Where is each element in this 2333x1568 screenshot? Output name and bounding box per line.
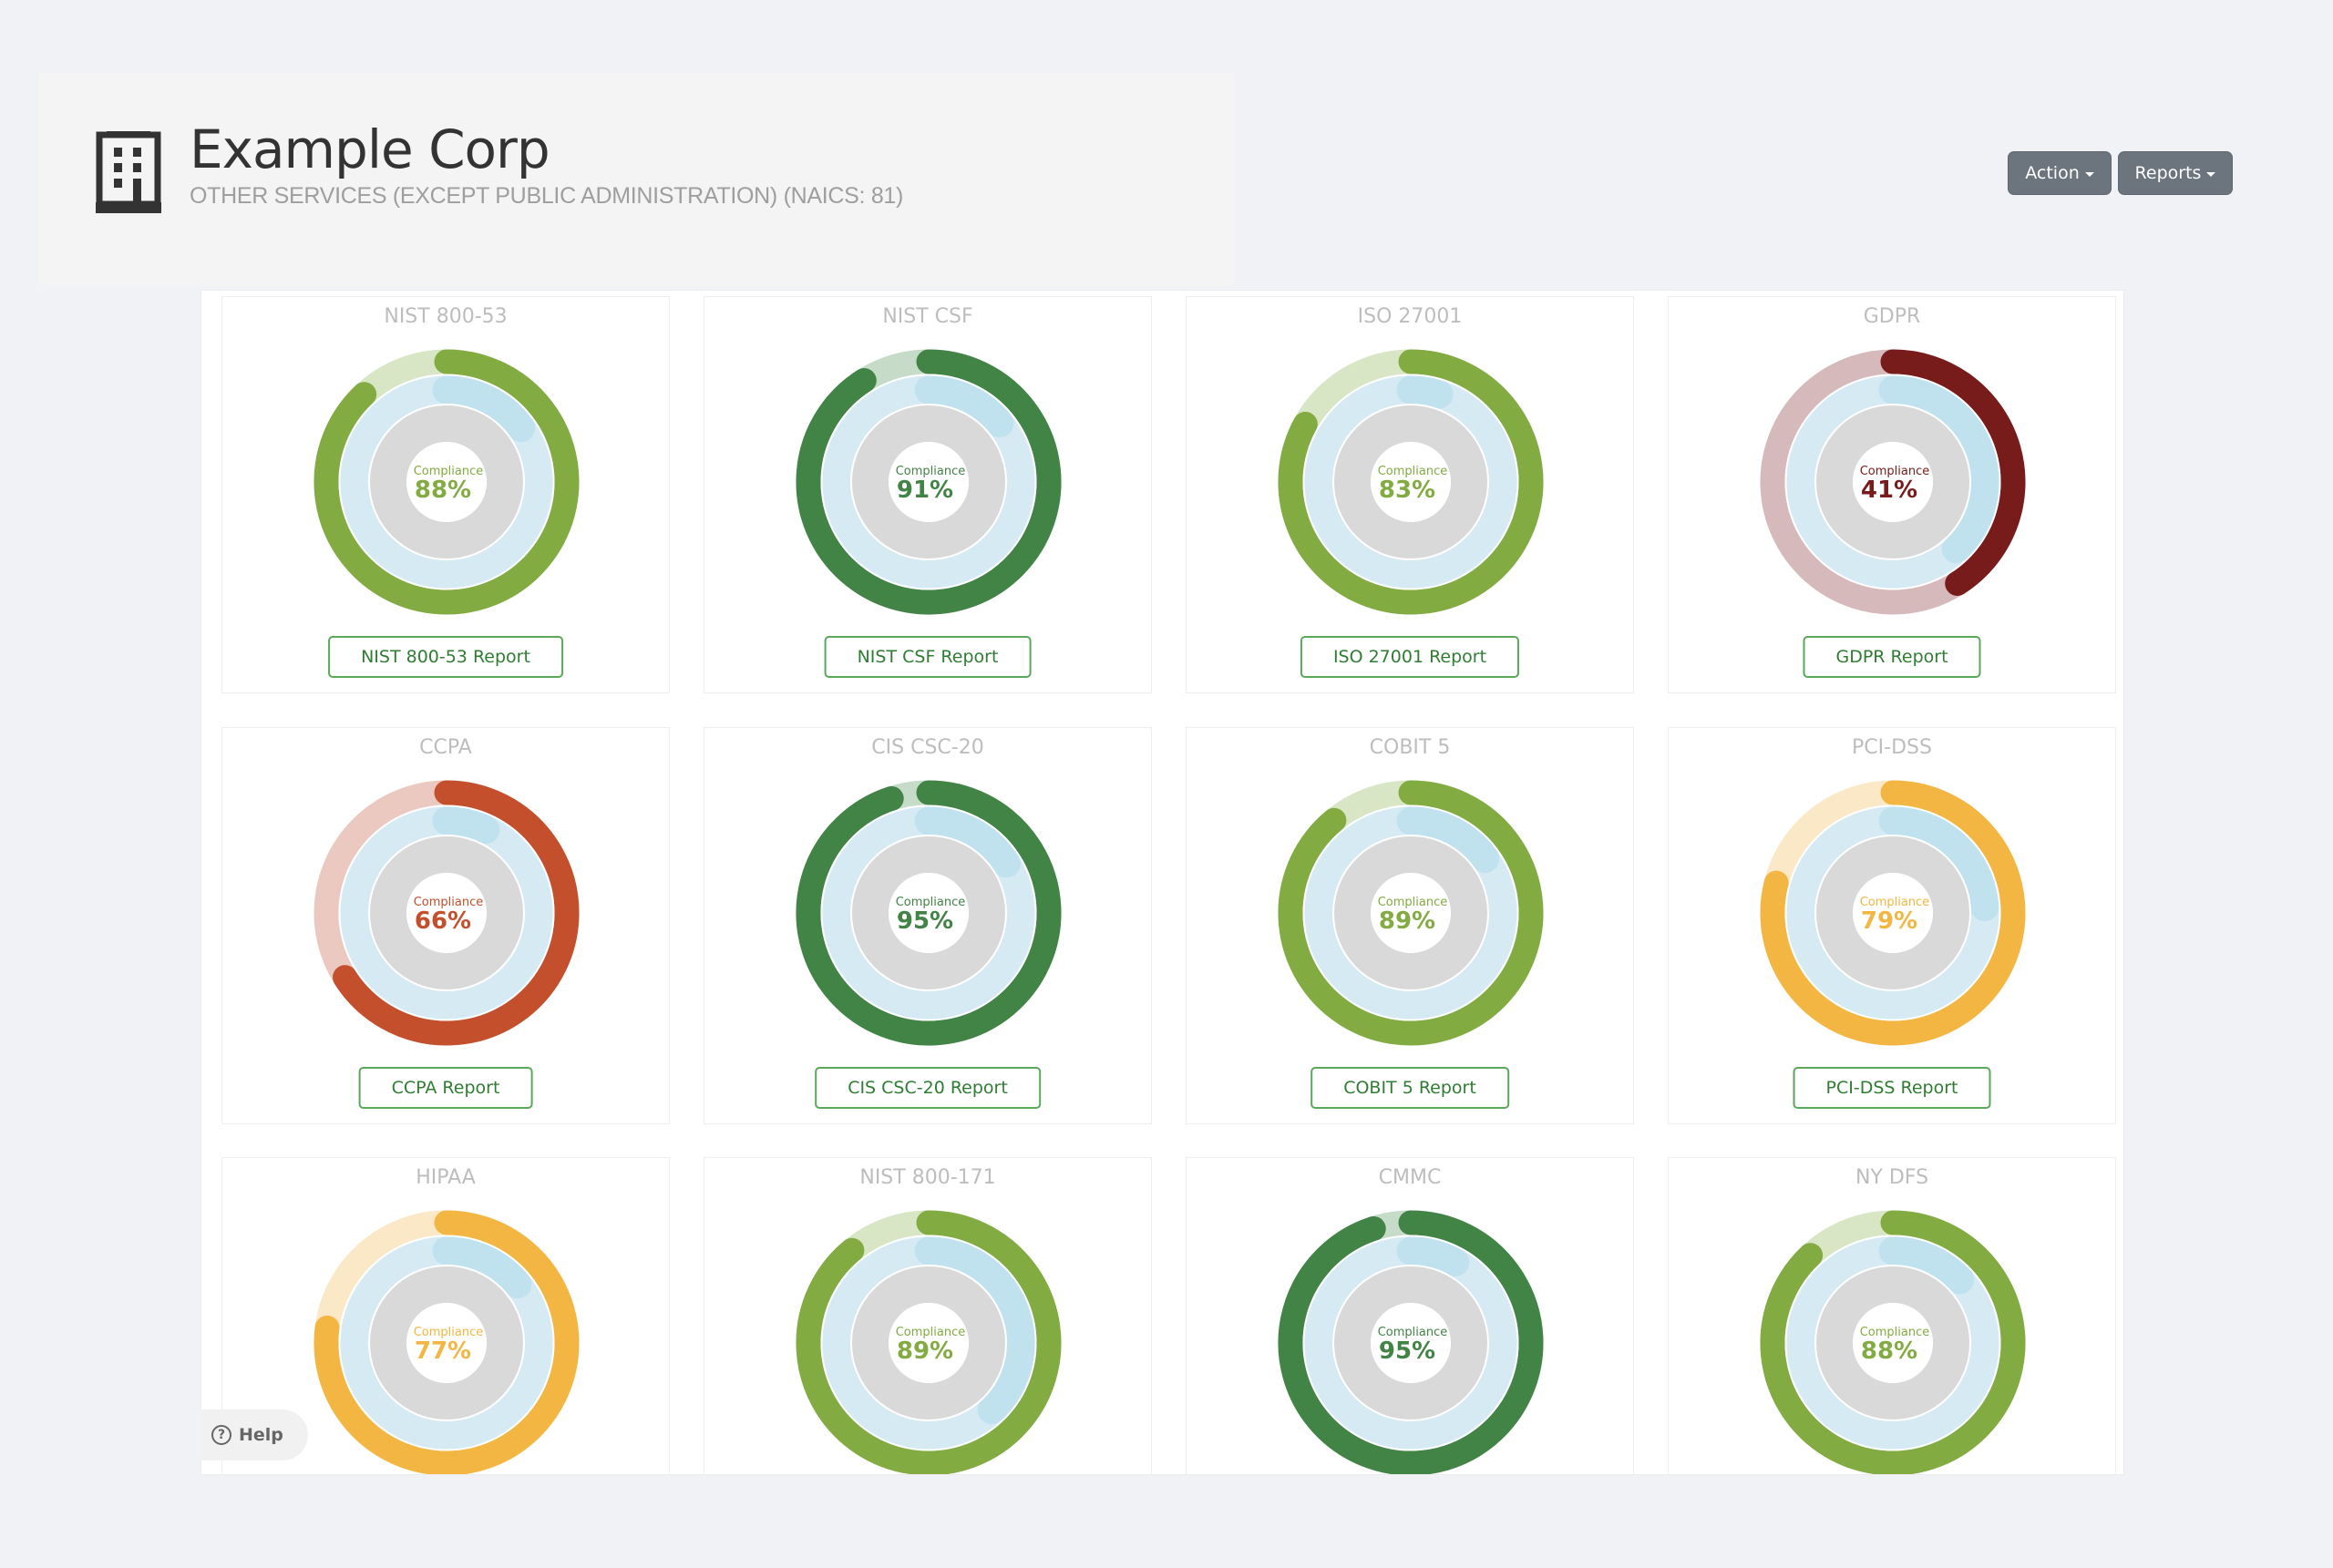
framework-report-button[interactable]: ISO 27001 Report: [1300, 636, 1520, 678]
company-name: Example Corp: [190, 118, 550, 180]
compliance-donut-chart: Compliance91%: [796, 349, 1062, 615]
framework-title: NY DFS: [1855, 1166, 1929, 1189]
compliance-percent: 95%: [897, 907, 953, 935]
question-circle-icon: ?: [211, 1425, 231, 1445]
compliance-donut-chart: Compliance66%: [313, 780, 580, 1046]
framework-title: NIST 800-53: [384, 305, 508, 328]
framework-title: CIS CSC-20: [871, 736, 984, 759]
framework-report-button[interactable]: NIST 800-53 Report: [328, 636, 563, 678]
framework-title: PCI-DSS: [1852, 736, 1932, 759]
compliance-donut-chart: Compliance89%: [1278, 780, 1544, 1046]
compliance-percent: 41%: [1861, 477, 1917, 504]
compliance-donut-chart: Compliance95%: [1278, 1210, 1544, 1474]
compliance-percent: 88%: [1861, 1337, 1917, 1365]
caret-down-icon: [2084, 171, 2094, 177]
compliance-donut-chart: Compliance95%: [796, 780, 1062, 1046]
compliance-percent: 83%: [1379, 477, 1435, 504]
compliance-percent: 91%: [897, 477, 953, 504]
framework-card: PCI-DSS Compliance 79% PCI-DSS Report: [1668, 727, 2116, 1124]
compliance-percent: 89%: [897, 1337, 953, 1365]
compliance-grid: NIST 800-53 Compliance 88% NIST 800-53 Repo…: [200, 290, 2124, 1475]
framework-title: NIST 800-171: [859, 1166, 996, 1189]
secondary-arc: [1396, 1236, 1470, 1276]
framework-card: CMMCCompliance95%CMMC Report: [1186, 1157, 1634, 1474]
compliance-donut-chart: Compliance88%: [1760, 1210, 2026, 1474]
help-label: Help: [239, 1425, 283, 1445]
compliance-percent: 89%: [1379, 907, 1435, 935]
framework-card: ISO 27001 Compliance 83% ISO 27001 Report: [1186, 296, 1634, 693]
company-header: Example Corp OTHER SERVICES (EXCEPT PUBL…: [37, 73, 1235, 285]
framework-title: HIPAA: [416, 1166, 476, 1189]
compliance-donut-chart: Compliance79%: [1760, 780, 2026, 1046]
industry-classification: OTHER SERVICES (EXCEPT PUBLIC ADMINISTRA…: [190, 183, 904, 209]
action-label: Action: [2025, 163, 2080, 183]
compliance-percent: 66%: [415, 907, 471, 935]
framework-report-button[interactable]: PCI-DSS Report: [1793, 1067, 1991, 1109]
compliance-donut-chart: Compliance89%: [796, 1210, 1062, 1474]
help-button[interactable]: ? Help: [200, 1409, 308, 1460]
secondary-arc: [432, 806, 500, 845]
framework-title: CCPA: [419, 736, 472, 759]
compliance-donut-chart: Compliance41%: [1760, 349, 2026, 615]
caret-down-icon: [2206, 171, 2216, 177]
framework-report-button[interactable]: GDPR Report: [1803, 636, 1981, 678]
reports-dropdown-button[interactable]: Reports: [2118, 151, 2233, 195]
compliance-donut-chart: Compliance77%: [313, 1210, 580, 1474]
framework-title: GDPR: [1863, 305, 1921, 328]
framework-report-button[interactable]: CCPA Report: [358, 1067, 533, 1109]
compliance-donut-chart: Compliance83%: [1278, 349, 1544, 615]
action-dropdown-button[interactable]: Action: [2008, 151, 2112, 195]
framework-card: NIST CSF Compliance 91% NIST CSF Report: [704, 296, 1152, 693]
framework-report-button[interactable]: NIST CSF Report: [824, 636, 1032, 678]
framework-card: CCPA Compliance 66% CCPA Report: [221, 727, 670, 1124]
framework-card: NIST 800-171Compliance89%NIST 800-171 Re…: [704, 1157, 1152, 1474]
framework-report-button[interactable]: CIS CSC-20 Report: [815, 1067, 1041, 1109]
compliance-percent: 79%: [1861, 907, 1917, 935]
framework-title: CMMC: [1378, 1166, 1442, 1189]
framework-card: NY DFSCompliance88%NY DFS Report: [1668, 1157, 2116, 1474]
compliance-percent: 95%: [1379, 1337, 1435, 1365]
framework-title: NIST CSF: [882, 305, 973, 328]
framework-card: COBIT 5 Compliance 89% COBIT 5 Report: [1186, 727, 1634, 1124]
compliance-donut-chart: Compliance88%: [313, 349, 580, 615]
framework-card: GDPR Compliance 41% GDPR Report: [1668, 296, 2116, 693]
framework-title: ISO 27001: [1357, 305, 1463, 328]
framework-title: COBIT 5: [1369, 736, 1451, 759]
secondary-arc: [1396, 375, 1454, 409]
framework-report-button[interactable]: COBIT 5 Report: [1310, 1067, 1509, 1109]
framework-card: CIS CSC-20 Compliance 95% CIS CSC-20 Report: [704, 727, 1152, 1124]
reports-label: Reports: [2134, 163, 2202, 183]
compliance-percent: 88%: [415, 477, 471, 504]
framework-card: NIST 800-53 Compliance 88% NIST 800-53 Repo…: [221, 296, 670, 693]
building-icon: [96, 131, 161, 213]
compliance-percent: 77%: [415, 1337, 471, 1365]
